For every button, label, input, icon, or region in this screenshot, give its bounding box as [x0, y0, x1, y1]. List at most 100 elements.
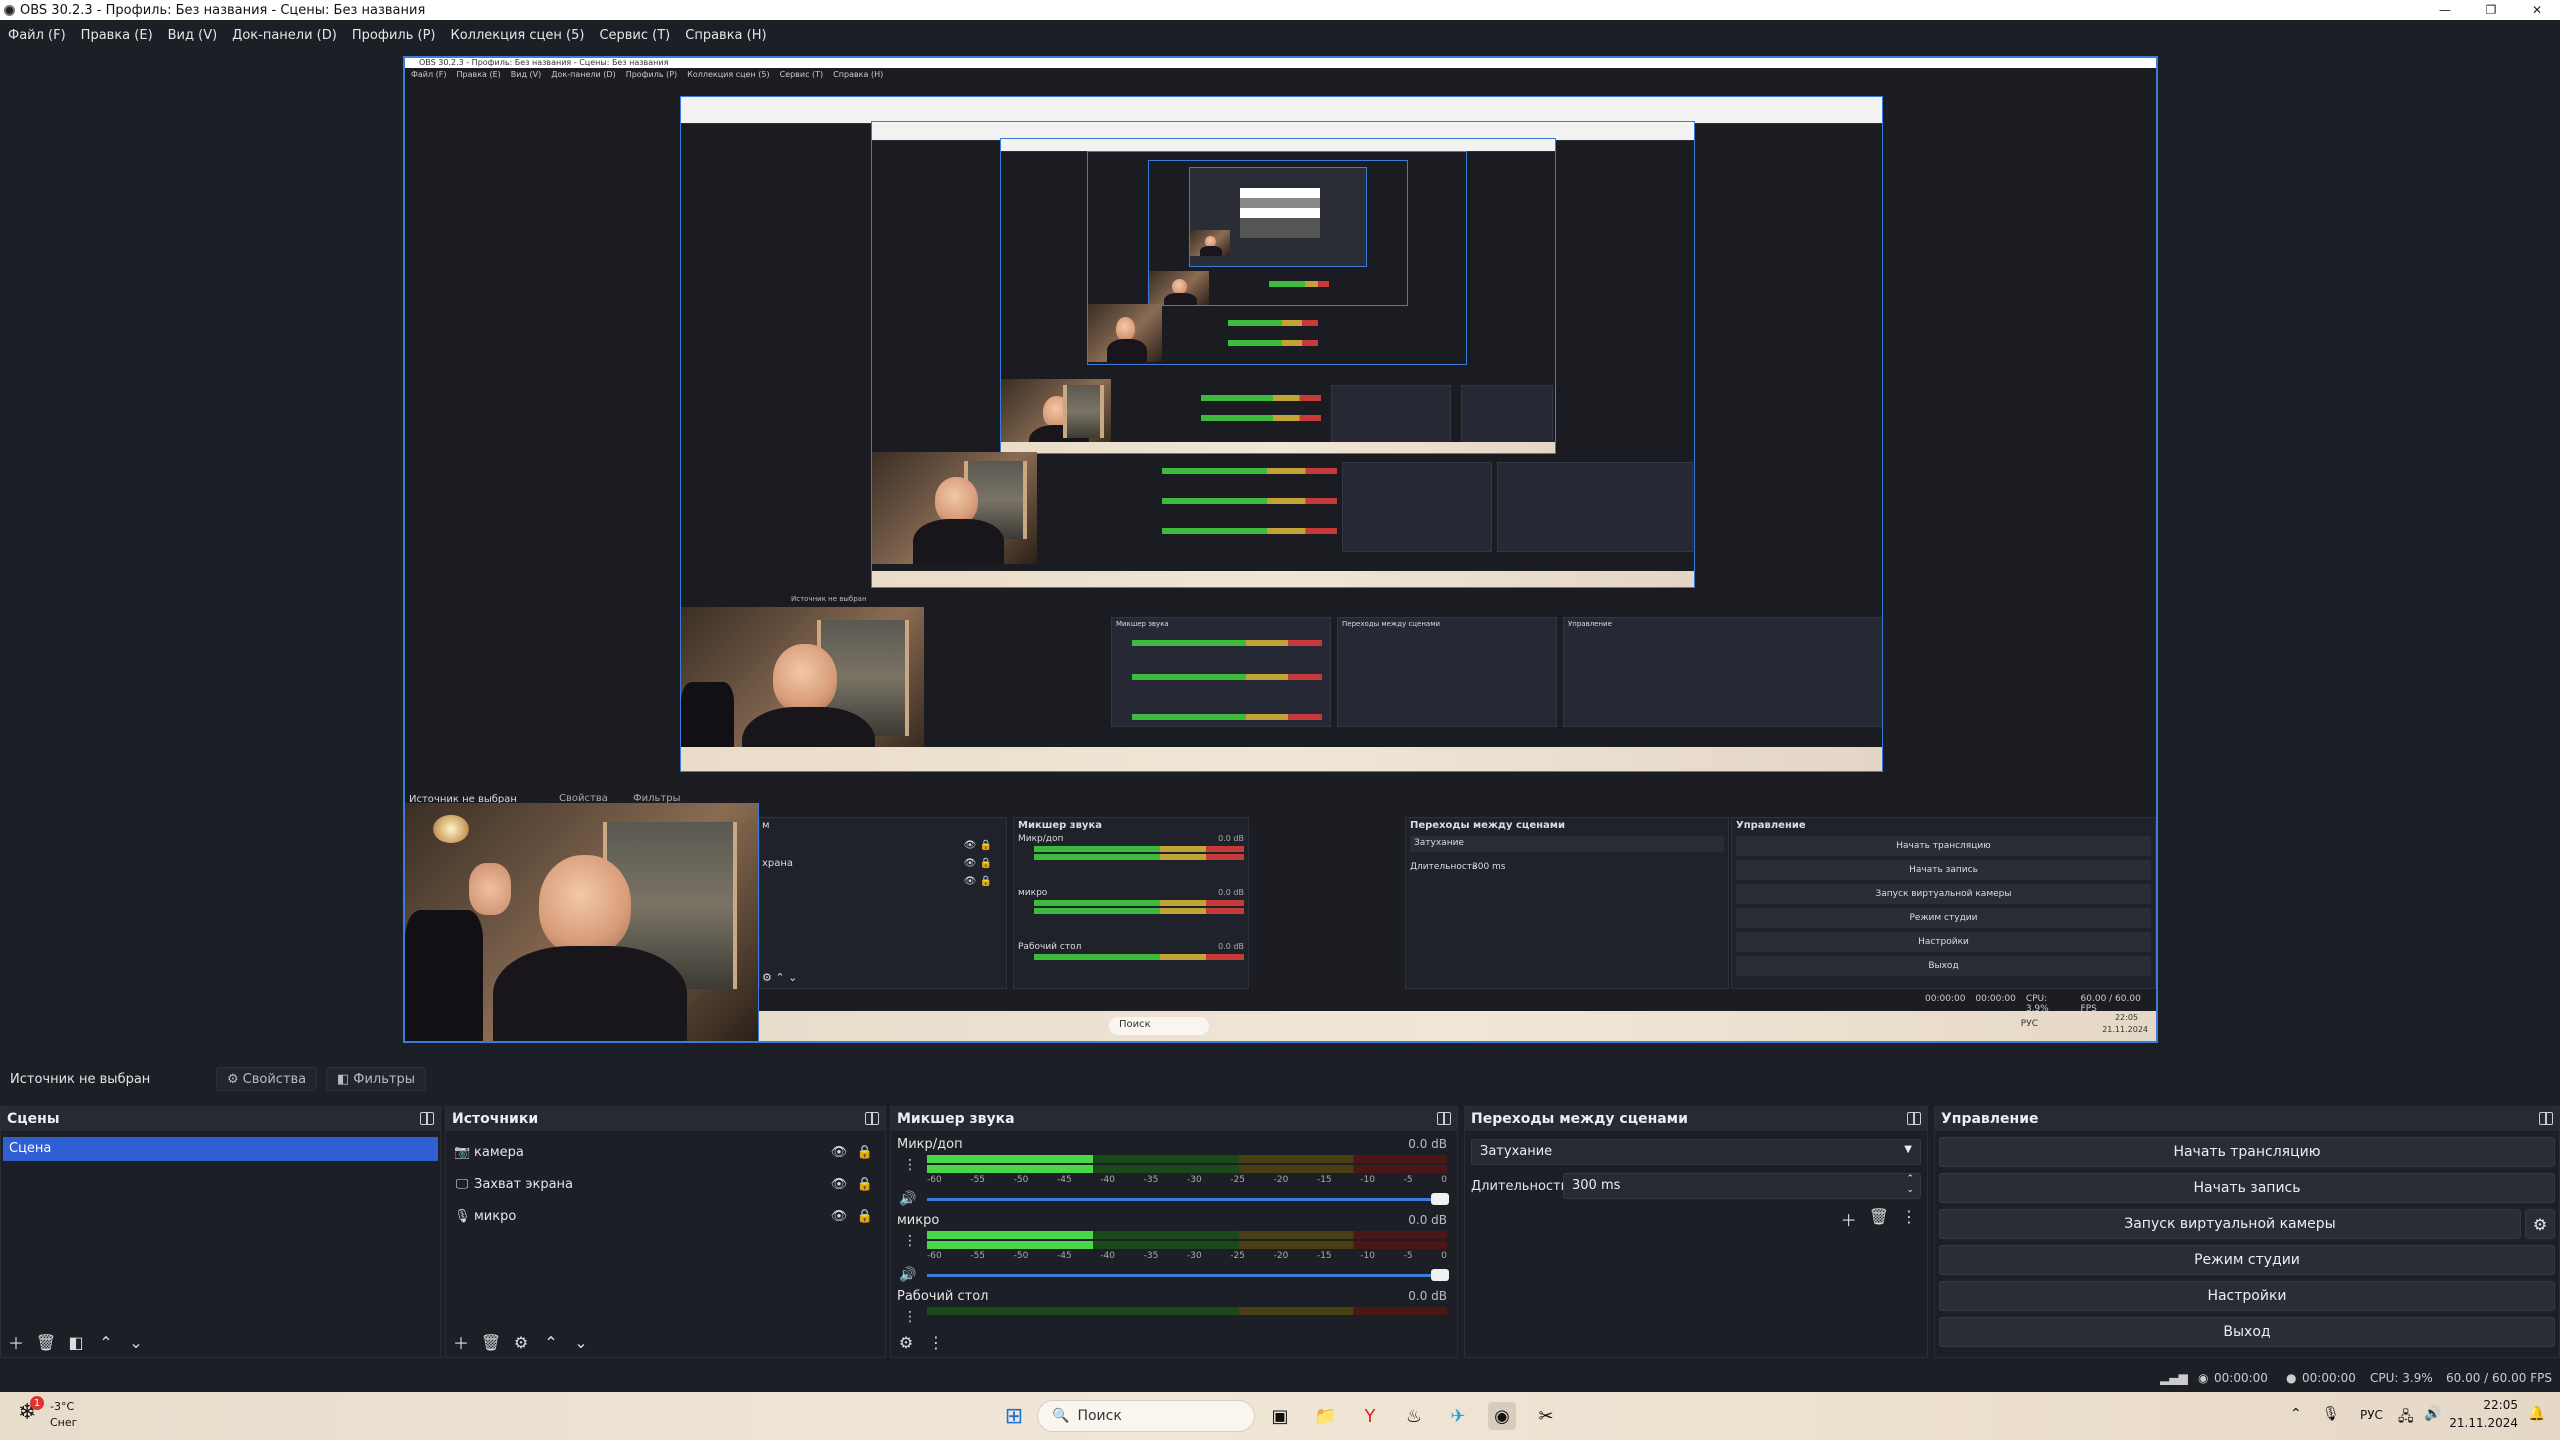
microphone-icon[interactable]: 🎙 [2322, 1406, 2340, 1422]
volume-icon[interactable]: 🔊 [2424, 1406, 2441, 1422]
meter-tick-label: -60 [927, 1175, 942, 1185]
steam-icon[interactable]: ♨ [1400, 1402, 1428, 1430]
add-icon[interactable]: ＋ [5, 1331, 27, 1353]
properties-button[interactable]: ⚙ Свойства [216, 1067, 318, 1091]
kebab-menu-icon[interactable]: ⋮ [903, 1233, 917, 1249]
lock-icon[interactable]: 🔒 [857, 1208, 873, 1224]
windows-start-icon[interactable]: ⊞ [1000, 1402, 1028, 1430]
chevron-down-icon[interactable]: ⌄ [125, 1331, 147, 1353]
trash-icon[interactable]: 🗑 [1869, 1207, 1889, 1231]
menu-tools[interactable]: Сервис (T) [599, 28, 670, 43]
chevron-up-icon[interactable]: ⌃ [540, 1331, 562, 1353]
file-explorer-icon[interactable]: 📁 [1312, 1402, 1340, 1430]
language-indicator[interactable]: РУС [2360, 1408, 2383, 1422]
mixer-toolbar: ⚙ ⋮ [895, 1331, 947, 1353]
task-view-icon[interactable]: ▣ [1266, 1402, 1294, 1430]
lock-icon[interactable]: 🔒 [857, 1144, 873, 1160]
spin-arrows-icon[interactable]: ⌃ ⌄ [1906, 1174, 1914, 1196]
nested-mixer-title: Микшер звука [1018, 820, 1102, 831]
telegram-icon[interactable]: ✈ [1444, 1402, 1472, 1430]
clock-date[interactable]: 21.11.2024 [2448, 1416, 2518, 1430]
minimize-button[interactable]: — [2422, 0, 2468, 20]
speaker-icon[interactable]: 🔊 [899, 1191, 916, 1207]
chevron-down-icon[interactable]: ⌄ [570, 1331, 592, 1353]
gear-icon[interactable]: ⚙ [895, 1331, 917, 1353]
monitor-icon: 🖵 [455, 1176, 469, 1192]
transitions-title: Переходы между сценами [1465, 1107, 1927, 1131]
settings-button[interactable]: Настройки [1939, 1281, 2555, 1311]
menu-view[interactable]: Вид (V) [168, 28, 218, 43]
preview-canvas[interactable]: OBS 30.2.3 - Профиль: Без названия - Сце… [403, 56, 2158, 1043]
scene-item[interactable]: Сцена [3, 1137, 438, 1161]
start-streaming-button[interactable]: Начать трансляцию [1939, 1137, 2555, 1167]
menu-docks[interactable]: Док-панели (D) [232, 28, 337, 43]
volume-slider-knob[interactable] [1431, 1193, 1449, 1205]
eye-icon[interactable]: 👁 [831, 1208, 848, 1224]
nested-menu-item: Профиль (P) [625, 70, 678, 79]
menu-help[interactable]: Справка (H) [685, 28, 766, 43]
close-button[interactable]: ✕ [2514, 0, 2560, 20]
filter-icon[interactable]: ◧ [65, 1331, 87, 1353]
duration-spinbox[interactable]: 300 ms ⌃ ⌄ [1563, 1173, 1921, 1199]
scenes-title: Сцены [1, 1107, 440, 1131]
eye-icon[interactable]: 👁 [831, 1176, 848, 1192]
nested-panel [1461, 385, 1553, 445]
undock-icon[interactable] [865, 1112, 879, 1125]
source-item[interactable]: 🎙 микро 👁 🔒 [454, 1205, 877, 1227]
nested-preview-level6 [1148, 160, 1408, 306]
start-recording-button[interactable]: Начать запись [1939, 1173, 2555, 1203]
maximize-button[interactable]: ❐ [2468, 0, 2514, 20]
gear-icon[interactable]: ⚙ [2525, 1209, 2555, 1239]
menu-profile[interactable]: Профиль (P) [352, 28, 436, 43]
trash-icon[interactable]: 🗑 [480, 1331, 502, 1353]
meter-tick-label: -5 [1403, 1251, 1413, 1261]
speaker-icon[interactable]: 🔊 [899, 1267, 916, 1283]
taskbar-search[interactable]: 🔍 Поиск [1037, 1400, 1255, 1432]
nested-title: OBS 30.2.3 - Профиль: Без названия - Сце… [419, 58, 669, 67]
obs-icon[interactable]: ◉ [1488, 1402, 1516, 1430]
transition-select[interactable]: Затухание ▼ [1471, 1139, 1921, 1165]
yandex-browser-icon[interactable]: Y [1356, 1402, 1384, 1430]
undock-icon[interactable] [420, 1112, 434, 1125]
source-toolbar: Источник не выбран ⚙ Свойства ◧ Фильтры [0, 1064, 2560, 1094]
meter-tick-label: -25 [1230, 1251, 1245, 1261]
nested-transition-panel: Переходы между сценами [1337, 617, 1557, 727]
kebab-menu-icon[interactable]: ⋮ [925, 1331, 947, 1353]
studio-mode-button[interactable]: Режим студии [1939, 1245, 2555, 1275]
nested-preview-level4 [1000, 138, 1556, 454]
trash-icon[interactable]: 🗑 [35, 1331, 57, 1353]
start-virtual-camera-button[interactable]: Запуск виртуальной камеры [1939, 1209, 2521, 1239]
volume-slider[interactable] [927, 1198, 1447, 1201]
volume-slider-knob[interactable] [1431, 1269, 1449, 1281]
eye-icon[interactable]: 👁 [831, 1144, 848, 1160]
undock-icon[interactable] [2539, 1112, 2553, 1125]
add-icon[interactable]: ＋ [450, 1331, 472, 1353]
volume-slider[interactable] [927, 1274, 1447, 1277]
source-item[interactable]: 🖵 Захват экрана 👁 🔒 [454, 1173, 877, 1195]
filters-button[interactable]: ◧ Фильтры [326, 1067, 426, 1091]
kebab-menu-icon[interactable]: ⋮ [1901, 1207, 1917, 1231]
notification-bell-icon[interactable]: 🔔 [2528, 1406, 2545, 1422]
add-icon[interactable]: ＋ [1841, 1207, 1857, 1231]
undock-icon[interactable] [1907, 1112, 1921, 1125]
nested-ch2: микро [1018, 888, 1048, 898]
source-item[interactable]: 📷 камера 👁 🔒 [454, 1141, 877, 1163]
clock-time[interactable]: 22:05 [2470, 1398, 2518, 1412]
network-icon[interactable]: 🖧 [2398, 1406, 2414, 1430]
kebab-menu-icon[interactable]: ⋮ [903, 1157, 917, 1173]
kebab-menu-icon[interactable]: ⋮ [903, 1309, 917, 1325]
menu-file[interactable]: Файл (F) [8, 28, 66, 43]
search-placeholder: Поиск [1077, 1408, 1122, 1424]
lock-icon[interactable]: 🔒 [857, 1176, 873, 1192]
nested-menu-item: Справка (H) [833, 70, 884, 79]
chevron-up-icon[interactable]: ⌃ [95, 1331, 117, 1353]
snipping-tool-icon[interactable]: ✂ [1532, 1402, 1560, 1430]
gear-icon[interactable]: ⚙ [510, 1331, 532, 1353]
microphone-icon: 🎙 [454, 1208, 471, 1224]
menu-edit[interactable]: Правка (E) [81, 28, 153, 43]
menu-scene-collection[interactable]: Коллекция сцен (5) [450, 28, 584, 43]
chevron-up-icon[interactable]: ⌃ [2290, 1406, 2302, 1422]
exit-button[interactable]: Выход [1939, 1317, 2555, 1347]
undock-icon[interactable] [1437, 1112, 1451, 1125]
meter-tick-label: 0 [1441, 1175, 1447, 1185]
